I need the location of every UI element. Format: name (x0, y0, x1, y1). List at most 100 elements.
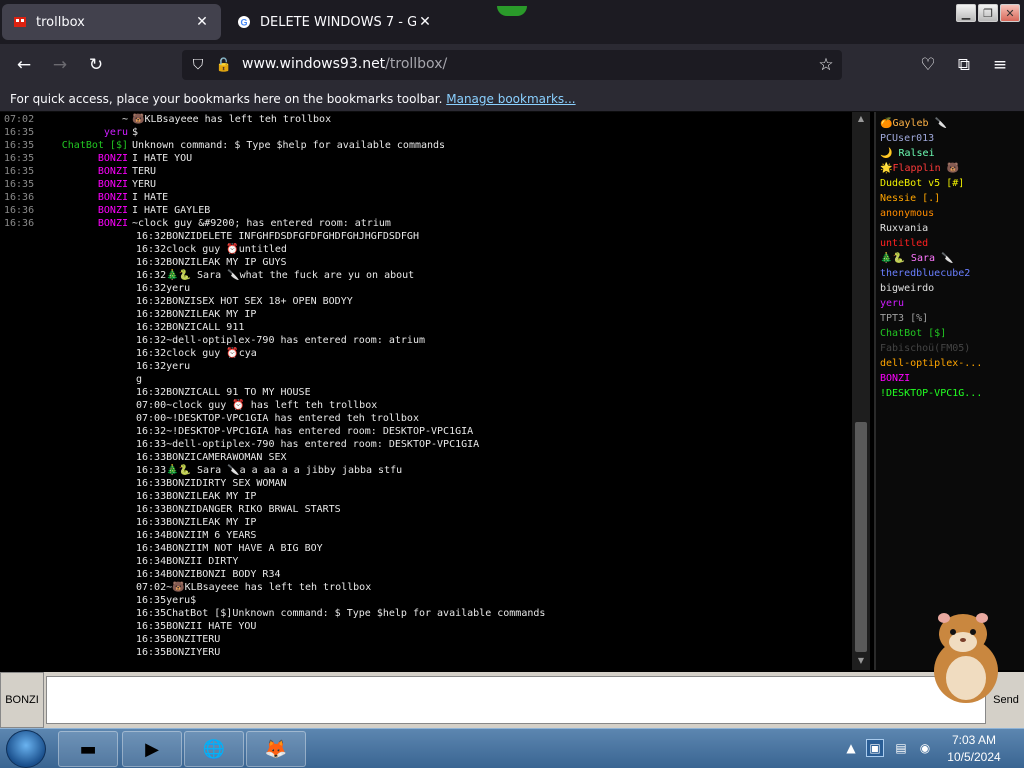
chat-line: 16:32BONZICALL 911 (136, 322, 245, 333)
chat-message: I HATE GAYLEB (132, 205, 211, 216)
user-list-item[interactable]: 🌙 Ralsei (880, 146, 1020, 161)
nav-bar: ← → ↻ ⛉ 🔓 www.windows93.net/trollbox/ ☆ … (0, 44, 1024, 86)
window-controls: ▁ ❐ ✕ (956, 4, 1020, 22)
user-list-item[interactable]: Fabischoü(FM05) (880, 341, 1020, 356)
taskbar-clock[interactable]: 7:03 AM 10/5/2024 (944, 732, 1004, 766)
chat-message: Unknown command: $ Type $help for availa… (132, 140, 446, 151)
hamster-mascot-icon[interactable] (918, 606, 1008, 706)
scroll-up-icon[interactable]: ▲ (855, 114, 867, 124)
chat-log: 07:02 ~ 🐻KLBsayeee has left teh trollbox 16… (0, 112, 852, 670)
chat-line: 16:34BONZIBONZI BODY R34 (136, 569, 281, 580)
forward-icon[interactable]: → (48, 54, 72, 76)
user-list-item[interactable]: Ruxvania (880, 221, 1020, 236)
chat-nick[interactable]: BONZI (40, 217, 132, 230)
chat-nick[interactable]: BONZI (40, 191, 132, 204)
chat-input[interactable] (46, 676, 986, 724)
restore-icon[interactable]: ❐ (978, 4, 998, 22)
chat-message: I HATE (132, 192, 169, 203)
user-list-item[interactable]: dell-optiplex-... (880, 356, 1020, 371)
pocket-icon[interactable]: ♡ (916, 54, 940, 76)
tab-google[interactable]: G DELETE WINDOWS 7 - Google ✕ (226, 4, 444, 40)
user-list-item[interactable]: DudeBot v5 [#] (880, 176, 1020, 191)
nick-button[interactable]: BONZI (0, 672, 44, 728)
user-list-item[interactable]: yeru (880, 296, 1020, 311)
url-bar[interactable]: ⛉ 🔓 www.windows93.net/trollbox/ ☆ (182, 50, 842, 80)
chat-nick[interactable]: BONZI (40, 178, 132, 191)
chat-row: 16:35 BONZI I HATE YOU (0, 152, 852, 165)
user-list-item[interactable]: BONZI (880, 371, 1020, 386)
extensions-icon[interactable]: ⧉ (952, 54, 976, 76)
chat-row: 07:02 ~ 🐻KLBsayeee has left teh trollbox (0, 113, 852, 126)
scroll-down-icon[interactable]: ▼ (855, 656, 867, 666)
chat-nick[interactable]: ChatBot [$] (40, 139, 132, 152)
tab-title: DELETE WINDOWS 7 - Google (260, 14, 416, 30)
user-list-item[interactable]: anonymous (880, 206, 1020, 221)
chat-message: TERU (132, 166, 157, 177)
manage-bookmarks-link[interactable]: Manage bookmarks... (446, 92, 575, 106)
chat-row: 16:35 BONZI YERU (0, 178, 852, 191)
start-button[interactable] (6, 730, 46, 768)
user-list-item[interactable]: bigweirdo (880, 281, 1020, 296)
chat-nick[interactable]: ~ (40, 113, 132, 126)
user-list-item[interactable]: !DESKTOP-VPC1G... (880, 386, 1020, 401)
user-list-item[interactable]: 🎄🐍 Sara 🔪 (880, 251, 1020, 266)
chat-row: 16:36 BONZI ~clock guy &#9200; has entered… (0, 217, 852, 230)
chat-time: 16:35 (4, 166, 35, 177)
tab-close-icon[interactable]: ✕ (193, 14, 211, 30)
chat-line: 16:33BONZICAMERAWOMAN SEX (136, 452, 287, 463)
chat-line: 16:34BONZII DIRTY (136, 556, 239, 567)
back-icon[interactable]: ← (12, 54, 36, 76)
user-list-item[interactable]: theredbluecube2 (880, 266, 1020, 281)
user-list-item[interactable]: TPT3 [%] (880, 311, 1020, 326)
chat-rows: 07:02 ~ 🐻KLBsayeee has left teh trollbox 16… (0, 112, 852, 230)
user-list-item[interactable]: ChatBot [$] (880, 326, 1020, 341)
chat-line: 16:33BONZIDIRTY SEX WOMAN (136, 478, 287, 489)
chat-line: 16:33BONZILEAK MY IP (136, 491, 257, 502)
network-icon[interactable]: ▤ (892, 739, 910, 757)
chat-row: 16:35 ChatBot [$] Unknown command: $ Type … (0, 139, 852, 152)
clock-date: 10/5/2024 (947, 750, 1001, 764)
globe-app-icon[interactable]: 🌐 (184, 731, 244, 767)
chat-row: 16:35 BONZI TERU (0, 165, 852, 178)
chat-line: 07:02~🐻KLBsayeee has left teh trollbox (136, 582, 372, 593)
chat-nick[interactable]: BONZI (40, 152, 132, 165)
tab-trollbox[interactable]: trollbox ✕ (2, 4, 221, 40)
user-list-item[interactable]: PCUser013 (880, 131, 1020, 146)
chat-line: 16:35BONZITERU (136, 634, 221, 645)
lock-insecure-icon[interactable]: 🔓 (212, 54, 236, 76)
scrollbar-thumb[interactable] (855, 422, 867, 652)
chat-line: 07:00~clock guy ⏰ has left teh trollbox (136, 400, 378, 411)
chat-line: 16:32BONZILEAK MY IP GUYS (136, 257, 287, 268)
chat-scrollbar[interactable]: ▲ ▼ (852, 112, 870, 670)
taskbar-app-dark-icon[interactable]: ▬ (58, 731, 118, 767)
input-row: BONZI Send (0, 672, 1024, 728)
chat-line: 16:34BONZIIM 6 YEARS (136, 530, 257, 541)
user-list-item[interactable]: 🍊Gayleb 🔪 (880, 116, 1020, 131)
user-list-item[interactable]: untitled (880, 236, 1020, 251)
reload-icon[interactable]: ↻ (84, 54, 108, 76)
volume-icon[interactable]: ◉ (916, 739, 934, 757)
firefox-icon[interactable]: 🦊 (246, 731, 306, 767)
chat-time: 07:02 (4, 114, 35, 125)
tab-close-icon[interactable]: ✕ (416, 14, 434, 30)
chat-line: 16:33~dell-optiplex-790 has entered room… (136, 439, 480, 450)
chat-line: 16:32🎄🐍 Sara 🔪what the fuck are yu on ab… (136, 270, 415, 281)
shield-icon[interactable]: ⛉ (186, 54, 210, 76)
user-list-item[interactable]: 🌟Flapplin 🐻 (880, 161, 1020, 176)
chat-time: 16:35 (4, 179, 35, 190)
chat-nick[interactable]: yeru (40, 126, 132, 139)
chat-nick[interactable]: BONZI (40, 204, 132, 217)
minimize-icon[interactable]: ▁ (956, 4, 976, 22)
svg-text:G: G (241, 18, 248, 28)
chat-message: I HATE YOU (132, 153, 193, 164)
tray-expand-icon[interactable]: ▲ (842, 739, 860, 757)
bookmark-star-icon[interactable]: ☆ (814, 54, 838, 76)
chat-row: 16:36 BONZI I HATE GAYLEB (0, 204, 852, 217)
menu-icon[interactable]: ≡ (988, 54, 1012, 76)
media-player-icon[interactable]: ▶ (122, 731, 182, 767)
tray-app-icon[interactable]: ▣ (866, 739, 884, 757)
user-list-item[interactable]: Nessie [.] (880, 191, 1020, 206)
close-window-icon[interactable]: ✕ (1000, 4, 1020, 22)
chat-nick[interactable]: BONZI (40, 165, 132, 178)
chat-line: 16:32BONZICALL 91 TO MY HOUSE (136, 387, 311, 398)
